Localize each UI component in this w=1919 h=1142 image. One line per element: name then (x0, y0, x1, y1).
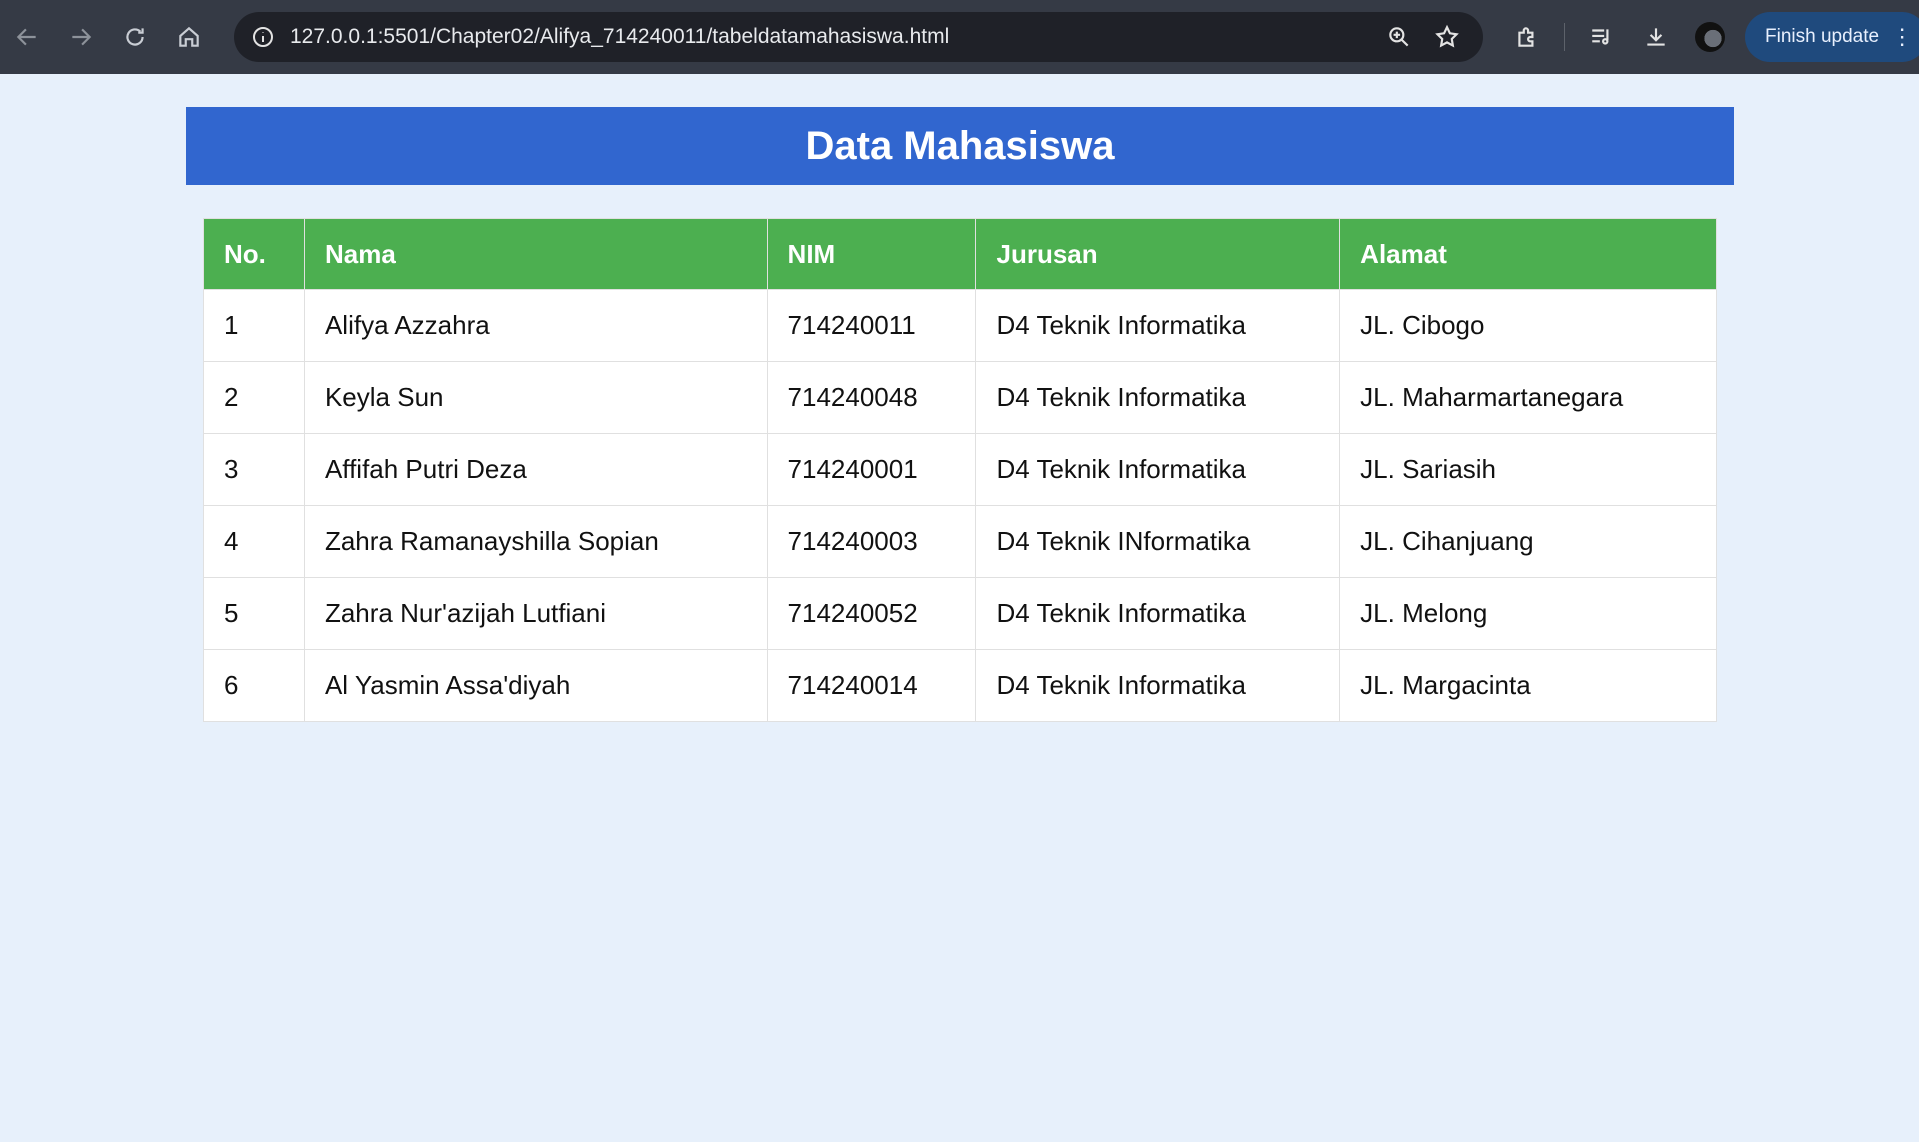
column-header-nim: NIM (766, 218, 977, 290)
cell-nama: Zahra Nur'azijah Lutfiani (303, 577, 768, 650)
cell-jurusan: D4 Teknik Informatika (975, 649, 1341, 722)
column-header-alamat: Alamat (1339, 218, 1717, 290)
finish-update-label: Finish update (1765, 26, 1880, 47)
cell-nama: Al Yasmin Assa'diyah (303, 649, 768, 722)
table-header-row: No. Nama NIM Jurusan Alamat (203, 218, 1717, 290)
cell-no: 6 (203, 649, 305, 722)
cell-alamat: JL. Margacinta (1339, 649, 1717, 722)
forward-button[interactable] (54, 10, 108, 64)
toolbar-actions: Finish update ⋮ (1500, 0, 1919, 74)
more-vertical-icon[interactable]: ⋮ (1891, 26, 1913, 48)
profile-avatar[interactable] (1695, 22, 1725, 52)
table-row: 2 Keyla Sun 714240048 D4 Teknik Informat… (203, 361, 1717, 434)
browser-toolbar: 127.0.0.1:5501/Chapter02/Alifya_71424001… (0, 0, 1919, 74)
table-row: 5 Zahra Nur'azijah Lutfiani 714240052 D4… (203, 577, 1717, 650)
table-row: 1 Alifya Azzahra 714240011 D4 Teknik Inf… (203, 289, 1717, 362)
home-button[interactable] (162, 10, 216, 64)
cell-no: 5 (203, 577, 305, 650)
cell-alamat: JL. Melong (1339, 577, 1717, 650)
cell-alamat: JL. Maharmartanegara (1339, 361, 1717, 434)
cell-nama: Zahra Ramanayshilla Sopian (303, 505, 768, 578)
cell-jurusan: D4 Teknik Informatika (975, 361, 1341, 434)
star-icon[interactable] (1427, 17, 1467, 57)
page-title: Data Mahasiswa (186, 107, 1734, 185)
url-text[interactable]: 127.0.0.1:5501/Chapter02/Alifya_71424001… (290, 25, 1371, 49)
table-row: 3 Affifah Putri Deza 714240001 D4 Teknik… (203, 433, 1717, 506)
back-arrow-icon (16, 28, 36, 46)
table-row: 4 Zahra Ramanayshilla Sopian 714240003 D… (203, 505, 1717, 578)
cell-nim: 714240052 (766, 577, 977, 650)
media-queue-icon[interactable] (1575, 10, 1629, 64)
cell-no: 2 (203, 361, 305, 434)
home-icon (179, 26, 199, 47)
cell-nim: 714240003 (766, 505, 977, 578)
cell-nim: 714240011 (766, 289, 977, 362)
cell-jurusan: D4 Teknik INformatika (975, 505, 1341, 578)
cell-jurusan: D4 Teknik Informatika (975, 433, 1341, 506)
toolbar-divider (1564, 23, 1565, 51)
cell-no: 3 (203, 433, 305, 506)
address-bar[interactable]: 127.0.0.1:5501/Chapter02/Alifya_71424001… (234, 12, 1483, 62)
cell-alamat: JL. Cibogo (1339, 289, 1717, 362)
download-icon[interactable] (1629, 10, 1683, 64)
cell-nim: 714240048 (766, 361, 977, 434)
cell-no: 4 (203, 505, 305, 578)
table-row: 6 Al Yasmin Assa'diyah 714240014 D4 Tekn… (203, 649, 1717, 722)
page-content: Data Mahasiswa No. Nama NIM Jurusan Alam… (0, 74, 1919, 1142)
cell-no: 1 (203, 289, 305, 362)
cell-nim: 714240001 (766, 433, 977, 506)
cell-jurusan: D4 Teknik Informatika (975, 289, 1341, 362)
cell-jurusan: D4 Teknik Informatika (975, 577, 1341, 650)
finish-update-button[interactable]: Finish update ⋮ (1745, 12, 1919, 62)
column-header-no: No. (203, 218, 305, 290)
forward-arrow-icon (72, 28, 92, 46)
cell-nim: 714240014 (766, 649, 977, 722)
reload-button[interactable] (108, 10, 162, 64)
cell-alamat: JL. Cihanjuang (1339, 505, 1717, 578)
cell-nama: Affifah Putri Deza (303, 433, 768, 506)
back-button[interactable] (0, 10, 54, 64)
column-header-nama: Nama (303, 218, 768, 290)
student-table: No. Nama NIM Jurusan Alamat 1 Alifya Azz… (203, 218, 1717, 722)
cell-nama: Alifya Azzahra (303, 289, 768, 362)
puzzle-icon[interactable] (1500, 10, 1554, 64)
cell-alamat: JL. Sariasih (1339, 433, 1717, 506)
cell-nama: Keyla Sun (303, 361, 768, 434)
reload-icon (126, 28, 144, 46)
zoom-icon[interactable] (1379, 17, 1419, 57)
info-icon[interactable] (248, 22, 278, 52)
column-header-jurusan: Jurusan (975, 218, 1341, 290)
